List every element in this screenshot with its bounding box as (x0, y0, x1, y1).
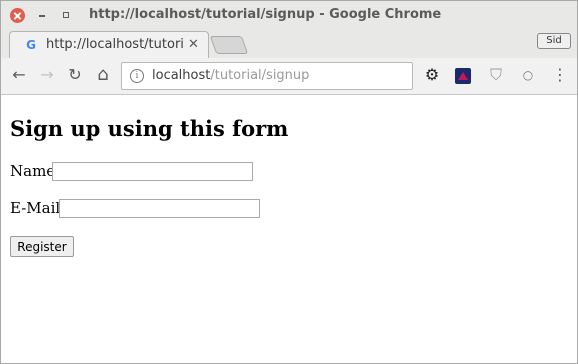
window-title: http://localhost/tutorial/signup - Googl… (89, 7, 442, 22)
back-icon[interactable]: ← (10, 65, 28, 85)
page-heading: Sign up using this form (10, 116, 289, 141)
address-bar[interactable]: i localhost/tutorial/signup (121, 62, 413, 90)
email-input[interactable] (59, 199, 260, 218)
tab-close-icon[interactable]: ✕ (188, 37, 199, 52)
profile-button[interactable]: Sid (537, 33, 571, 49)
browser-window: http://localhost/tutorial/signup - Googl… (0, 0, 578, 364)
window-close-icon[interactable] (10, 8, 25, 23)
extension-settings-icon[interactable]: ⚙ (423, 65, 441, 85)
new-tab-button[interactable] (209, 36, 249, 54)
extension-shield-icon[interactable]: ⛉ (487, 65, 505, 85)
forward-icon[interactable]: → (38, 65, 56, 85)
tab-signup[interactable]: G http://localhost/tutorial/signup ✕ (9, 31, 209, 59)
register-button[interactable]: Register (10, 236, 74, 257)
window-minimize-icon[interactable] (39, 15, 45, 17)
home-icon[interactable]: ⌂ (94, 65, 112, 85)
page-content: Sign up using this form Name E-Mail Regi… (1, 95, 577, 363)
name-label: Name (10, 162, 56, 180)
name-input[interactable] (52, 162, 253, 181)
extension-dark-icon[interactable] (455, 68, 471, 84)
info-icon[interactable]: i (130, 69, 144, 83)
title-bar: http://localhost/tutorial/signup - Googl… (1, 1, 577, 31)
email-label: E-Mail (10, 199, 61, 217)
tab-title: http://localhost/tutorial/signup (46, 37, 184, 52)
extension-circle-icon[interactable]: ○ (519, 65, 537, 85)
url-text[interactable]: localhost/tutorial/signup (152, 68, 309, 83)
menu-icon[interactable]: ⋮ (551, 65, 569, 85)
google-g-icon: G (26, 38, 36, 52)
url-path: /tutorial/signup (210, 68, 310, 83)
reload-icon[interactable]: ↻ (66, 65, 84, 85)
url-host: localhost (152, 68, 211, 83)
window-maximize-icon[interactable] (63, 12, 69, 18)
